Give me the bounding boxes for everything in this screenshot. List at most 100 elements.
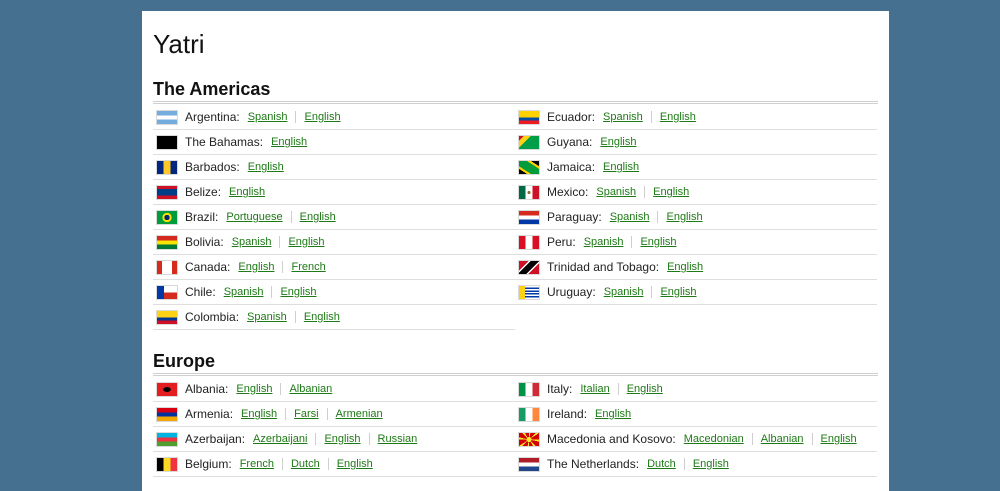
country-name: Armenia <box>185 407 230 421</box>
language-link-english[interactable]: English <box>660 111 696 123</box>
armenia-flag-icon <box>157 407 177 421</box>
region-divider <box>153 101 878 104</box>
country-name: Canada <box>185 260 228 274</box>
language-link-spanish[interactable]: Spanish <box>603 111 643 123</box>
link-separator <box>811 433 813 445</box>
language-link-spanish[interactable]: Spanish <box>248 111 288 123</box>
language-link-portuguese[interactable]: Portuguese <box>226 211 282 223</box>
country-name: Guyana <box>547 135 590 149</box>
language-link-farsi[interactable]: Farsi <box>294 408 318 420</box>
language-link-english[interactable]: English <box>304 311 340 323</box>
language-link-english[interactable]: English <box>236 383 272 395</box>
belgium-flag-icon <box>157 457 177 471</box>
region-title-europe: Europe <box>153 351 216 371</box>
country-row-trinidad-and-tobago: Trinidad and Tobago: English <box>515 255 877 280</box>
country-name: Mexico <box>547 185 586 199</box>
language-link-albanian[interactable]: Albanian <box>289 383 332 395</box>
language-link-english[interactable]: English <box>640 236 676 248</box>
language-link-english[interactable]: English <box>693 458 729 470</box>
peru-flag-icon <box>519 235 539 249</box>
link-separator <box>290 211 292 223</box>
guyana-flag-icon <box>519 135 539 149</box>
language-link-macedonian[interactable]: Macedonian <box>684 433 744 445</box>
language-link-english[interactable]: English <box>304 111 340 123</box>
country-colon: : <box>589 135 593 149</box>
language-link-english[interactable]: English <box>271 136 307 148</box>
country-colon: : <box>229 407 234 421</box>
language-link-spanish[interactable]: Spanish <box>604 286 644 298</box>
language-link-english[interactable]: English <box>280 286 316 298</box>
language-link-spanish[interactable]: Spanish <box>584 236 624 248</box>
language-link-english[interactable]: English <box>238 261 274 273</box>
language-link-spanish[interactable]: Spanish <box>610 211 650 223</box>
language-link-english[interactable]: English <box>667 261 703 273</box>
country-name: Azerbaijan <box>185 432 242 446</box>
country-row-peru: Peru: Spanish English <box>515 230 877 255</box>
language-link-english[interactable]: English <box>821 433 857 445</box>
language-link-dutch[interactable]: Dutch <box>647 458 676 470</box>
ecuador-flag-icon <box>519 110 539 124</box>
country-name: Paraguay <box>547 210 599 224</box>
language-link-english[interactable]: English <box>595 408 631 420</box>
language-link-italian[interactable]: Italian <box>580 383 609 395</box>
country-colon: : <box>672 432 676 446</box>
country-colon: : <box>228 457 232 471</box>
country-row-bolivia: Bolivia: Spanish English <box>153 230 515 255</box>
uruguay-flag-icon <box>519 285 539 299</box>
language-link-english[interactable]: English <box>229 186 265 198</box>
language-link-spanish[interactable]: Spanish <box>232 236 272 248</box>
country-row-guyana: Guyana: English <box>515 130 877 155</box>
language-link-english[interactable]: English <box>603 161 639 173</box>
country-name: Albania <box>185 382 226 396</box>
language-link-spanish[interactable]: Spanish <box>224 286 264 298</box>
albania-flag-icon <box>157 382 177 396</box>
language-link-armenian[interactable]: Armenian <box>336 408 383 420</box>
link-separator <box>294 311 296 323</box>
country-name: Chile <box>185 285 213 299</box>
country-name: Uruguay <box>547 285 593 299</box>
language-link-russian[interactable]: Russian <box>378 433 418 445</box>
language-link-dutch[interactable]: Dutch <box>291 458 320 470</box>
link-separator <box>650 111 652 123</box>
bolivia-flag-icon <box>157 235 177 249</box>
country-name: The Bahamas <box>185 135 260 149</box>
language-link-english[interactable]: English <box>627 383 663 395</box>
country-row-barbados: Barbados: English <box>153 155 515 180</box>
language-link-azerbaijani[interactable]: Azerbaijani <box>253 433 307 445</box>
region-divider <box>153 373 878 376</box>
language-link-english[interactable]: English <box>666 211 702 223</box>
language-link-english[interactable]: English <box>288 236 324 248</box>
country-column-left: Argentina: Spanish English The Bahamas: Engl… <box>153 105 515 330</box>
language-link-spanish[interactable]: Spanish <box>247 311 287 323</box>
language-link-english[interactable]: English <box>300 211 336 223</box>
language-link-french[interactable]: French <box>291 261 325 273</box>
country-colon: : <box>212 285 216 299</box>
country-colon: : <box>215 210 219 224</box>
italy-flag-icon <box>519 382 539 396</box>
country-colon: : <box>220 235 224 249</box>
language-link-english[interactable]: English <box>660 286 696 298</box>
link-separator <box>631 236 633 248</box>
country-colon: : <box>236 110 240 124</box>
country-colon: : <box>598 210 602 224</box>
azerbaijan-flag-icon <box>157 432 177 446</box>
canada-flag-icon <box>157 260 177 274</box>
language-link-spanish[interactable]: Spanish <box>596 186 636 198</box>
language-link-albanian[interactable]: Albanian <box>761 433 804 445</box>
language-link-english[interactable]: English <box>241 408 277 420</box>
region-title-americas: The Americas <box>153 79 271 99</box>
link-separator <box>683 458 685 470</box>
language-link-french[interactable]: French <box>240 458 274 470</box>
language-link-english[interactable]: English <box>324 433 360 445</box>
link-separator <box>751 433 753 445</box>
country-name: The Netherlands <box>547 457 636 471</box>
language-link-english[interactable]: English <box>248 161 284 173</box>
country-row-ireland: Ireland: English <box>515 402 877 427</box>
country-name: Belgium <box>185 457 229 471</box>
country-name: Macedonia and Kosovo <box>547 432 673 446</box>
language-link-english[interactable]: English <box>337 458 373 470</box>
brazil-flag-icon <box>157 210 177 224</box>
language-link-english[interactable]: English <box>653 186 689 198</box>
language-link-english[interactable]: English <box>600 136 636 148</box>
country-colon: : <box>635 457 640 471</box>
